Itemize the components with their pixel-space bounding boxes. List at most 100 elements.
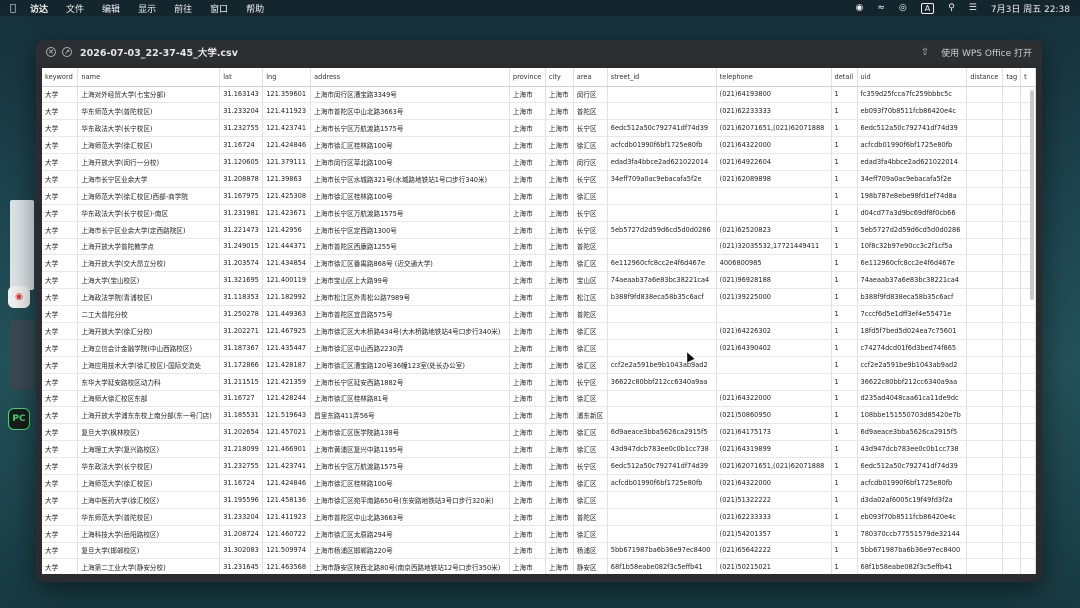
menu-app-name[interactable]: 访达 — [30, 2, 48, 15]
table-cell-street_id — [607, 238, 717, 256]
table-cell-address: 上海市长宁区水城路321号(水城路地铁站1号口步行340米) — [310, 170, 510, 188]
table-cell-city: 上海市 — [545, 339, 574, 357]
table-row[interactable]: 大学 上海科技大学(岳阳路校区) 31.208724 121.460722 上海市徐汇区… — [42, 525, 1036, 543]
column-header-t[interactable]: t — [1020, 68, 1036, 87]
table-cell-lat: 31.233204 — [219, 508, 264, 526]
table-cell-address: 上海市松江区外青松公路7989号 — [310, 288, 510, 307]
column-header-telephone[interactable]: telephone — [716, 68, 832, 87]
table-row[interactable]: 大学 上海应用技术大学(徐汇校区)-国际交流处 31.172866 121.42818… — [42, 356, 1036, 374]
menu-view[interactable]: 显示 — [138, 2, 156, 15]
csv-sheet[interactable]: keyword name lat lng address province city area… — [42, 68, 1036, 574]
table-cell-area: 徐汇区 — [573, 491, 608, 509]
table-row[interactable]: 大学 华东师范大学(普陀校区) 31.233204 121.411923 上海市普陀区中… — [42, 508, 1036, 526]
input-method-indicator[interactable]: A — [920, 2, 935, 14]
column-header-street_id[interactable]: street_id — [607, 68, 717, 87]
table-row[interactable]: 大学 上海大学(宝山校区) 31.321695 121.400119 上海市宝山区上大路… — [42, 271, 1036, 290]
control-center-icon[interactable]: ☰ — [969, 3, 977, 13]
cat-icon[interactable]: ◎ — [899, 3, 907, 13]
table-row[interactable]: 大学 东华大学延安路校区动力科 31.211515 121.421359 上海市长宁区延… — [42, 373, 1036, 391]
column-header-keyword[interactable]: keyword — [42, 68, 79, 87]
table-cell-tag — [1002, 187, 1022, 205]
table-row[interactable]: 大学 华东政法大学(长宁校区) 31.232755 121.423741 上海市长宁区万… — [42, 457, 1036, 475]
table-cell-telephone: (021)50860950 — [716, 406, 832, 425]
column-header-lng[interactable]: lng — [262, 68, 312, 87]
table-cell-keyword: 大学 — [42, 119, 79, 138]
table-cell-lng: 121.42956 — [262, 221, 312, 239]
table-cell-name: 上海理工大学(复兴路校区) — [77, 440, 221, 459]
column-header-tag[interactable]: tag — [1002, 68, 1022, 87]
table-row[interactable]: 大学 二工大普陀分校 31.250278 121.449363 上海市普陀区宜昌路575… — [42, 305, 1036, 323]
table-cell-name: 上海第二工业大学(静安分校) — [77, 558, 221, 574]
background-window-thumbnail-2[interactable] — [10, 320, 34, 390]
table-row[interactable]: 大学 上海师大徐汇校区东部 31.16727 121.428244 上海市徐汇区桂林路8… — [42, 390, 1036, 408]
column-header-name[interactable]: name — [77, 68, 221, 87]
search-icon[interactable]: ⚲ — [948, 3, 955, 13]
clock[interactable]: 7月3日 周五 22:38 — [991, 2, 1070, 15]
table-row[interactable]: 大学 华东政法大学(长宁校区)-南区 31.231981 121.423671 上海市长… — [42, 204, 1036, 222]
pycharm-icon[interactable]: PC — [8, 408, 30, 430]
background-window-thumbnail[interactable] — [10, 200, 34, 290]
close-icon[interactable]: ✕ — [46, 47, 56, 57]
menu-help[interactable]: 帮助 — [246, 2, 264, 15]
table-cell-name: 上海开放大学浦东东校上南分部(东一号门店) — [77, 406, 221, 425]
fullscreen-icon[interactable]: ↗ — [62, 47, 72, 57]
table-cell-keyword: 大学 — [42, 170, 79, 188]
table-cell-lng: 121.39863 — [262, 170, 312, 188]
table-row[interactable]: 大学 上海市长宁区业余大学(定西路院区) 31.221473 121.42956 上海市… — [42, 221, 1036, 239]
menu-window[interactable]: 窗口 — [210, 2, 228, 15]
table-cell-province: 上海市 — [509, 86, 546, 104]
table-cell-detail: 1 — [831, 221, 858, 239]
table-cell-province: 上海市 — [509, 238, 546, 256]
table-cell-city: 上海市 — [545, 491, 574, 509]
table-cell-street_id — [607, 102, 717, 121]
table-row[interactable]: 大学 上海政法学院(青浦校区) 31.118353 121.182992 上海市松江区外… — [42, 288, 1036, 307]
column-header-address[interactable]: address — [310, 68, 510, 87]
column-header-lat[interactable]: lat — [219, 68, 264, 87]
table-cell-distance — [966, 356, 1004, 374]
column-header-province[interactable]: province — [509, 68, 546, 87]
chrome-icon[interactable]: ◉ — [8, 286, 30, 308]
table-cell-lng: 121.400119 — [262, 271, 312, 290]
table-row[interactable]: 大学 上海对外经贸大学(七宝分部) 31.163143 121.359601 上海市闵行… — [42, 86, 1036, 104]
table-row[interactable]: 大学 华东政法大学(长宁校区) 31.232755 121.423741 上海市长宁区万… — [42, 119, 1036, 138]
table-cell-name: 上海中医药大学(徐汇校区) — [77, 491, 221, 509]
table-row[interactable]: 大学 上海开放大学(交大昂立分校) 31.203574 121.434854 上海市徐汇… — [42, 254, 1036, 273]
column-header-detail[interactable]: detail — [831, 68, 858, 87]
table-cell-province: 上海市 — [509, 170, 546, 188]
table-row[interactable]: 大学 上海理工大学(复兴路校区) 31.218099 121.466901 上海市黄浦区… — [42, 440, 1036, 459]
table-row[interactable]: 大学 华东师范大学(普陀校区) 31.233204 121.411923 上海市普陀区中… — [42, 102, 1036, 121]
table-cell-keyword: 大学 — [42, 356, 79, 374]
table-row[interactable]: 大学 上海中医药大学(徐汇校区) 31.195596 121.458136 上海市徐汇区… — [42, 491, 1036, 509]
menu-edit[interactable]: 编辑 — [102, 2, 120, 15]
table-cell-area: 普陀区 — [573, 102, 608, 121]
table-cell-detail: 1 — [831, 119, 858, 138]
table-row[interactable]: 大学 上海师范大学(徐汇校区) 31.16724 121.424846 上海市徐汇区桂林… — [42, 474, 1036, 492]
table-row[interactable]: 大学 复旦大学(邯郸校区) 31.302083 121.509974 上海市杨浦区邯郸路… — [42, 542, 1036, 560]
table-row[interactable]: 大学 上海师范大学(徐汇校区)西部-商学院 31.167975 121.425308 上… — [42, 187, 1036, 205]
table-row[interactable]: 大学 上海开放大学(闵行一分校) 31.120605 121.379111 上海市闵行区… — [42, 153, 1036, 171]
table-row[interactable]: 大学 上海开放大学浦东东校上南分部(东一号门店) 31.185531 121.5196… — [42, 406, 1036, 425]
column-header-area[interactable]: area — [573, 68, 608, 87]
column-header-city[interactable]: city — [545, 68, 574, 87]
table-row[interactable]: 大学 上海市长宁区业余大学 31.208878 121.39863 上海市长宁区水城路3… — [42, 170, 1036, 188]
apple-icon[interactable]:  — [10, 3, 16, 14]
table-cell-t — [1020, 558, 1036, 574]
menu-file[interactable]: 文件 — [66, 2, 84, 15]
table-row[interactable]: 大学 上海开放大学普陀教学点 31.249015 121.444371 上海市普陀区西康… — [42, 238, 1036, 256]
wifi-icon[interactable]: ≈ — [877, 3, 885, 13]
table-cell-address: 上海市闵行区漕宝路3349号 — [310, 86, 510, 104]
share-icon[interactable]: ⇧ — [921, 47, 929, 58]
table-row[interactable]: 大学 上海立信会计金融学院(中山西路校区) 31.187367 121.435447 上… — [42, 339, 1036, 357]
table-row[interactable]: 大学 上海第二工业大学(静安分校) 31.231645 121.463568 上海市静安… — [42, 558, 1036, 574]
table-row[interactable]: 大学 上海师范大学(徐汇校区) 31.16724 121.424846 上海市徐汇区桂林… — [42, 136, 1036, 155]
table-cell-city: 上海市 — [545, 390, 574, 408]
table-cell-tag — [1002, 339, 1022, 357]
table-row[interactable]: 大学 复旦大学(枫林校区) 31.202654 121.457021 上海市徐汇区医学院… — [42, 423, 1036, 442]
vertical-scrollbar[interactable] — [1030, 90, 1034, 300]
table-row[interactable]: 大学 上海开放大学(徐汇分校) 31.202271 121.467925 上海市徐汇区大… — [42, 322, 1036, 340]
column-header-distance[interactable]: distance — [966, 68, 1004, 87]
open-with-wps-button[interactable]: 使用 WPS Office 打开 — [941, 46, 1032, 59]
column-header-uid[interactable]: uid — [857, 68, 968, 87]
menu-go[interactable]: 前往 — [174, 2, 192, 15]
record-icon[interactable]: ◉ — [855, 3, 863, 13]
